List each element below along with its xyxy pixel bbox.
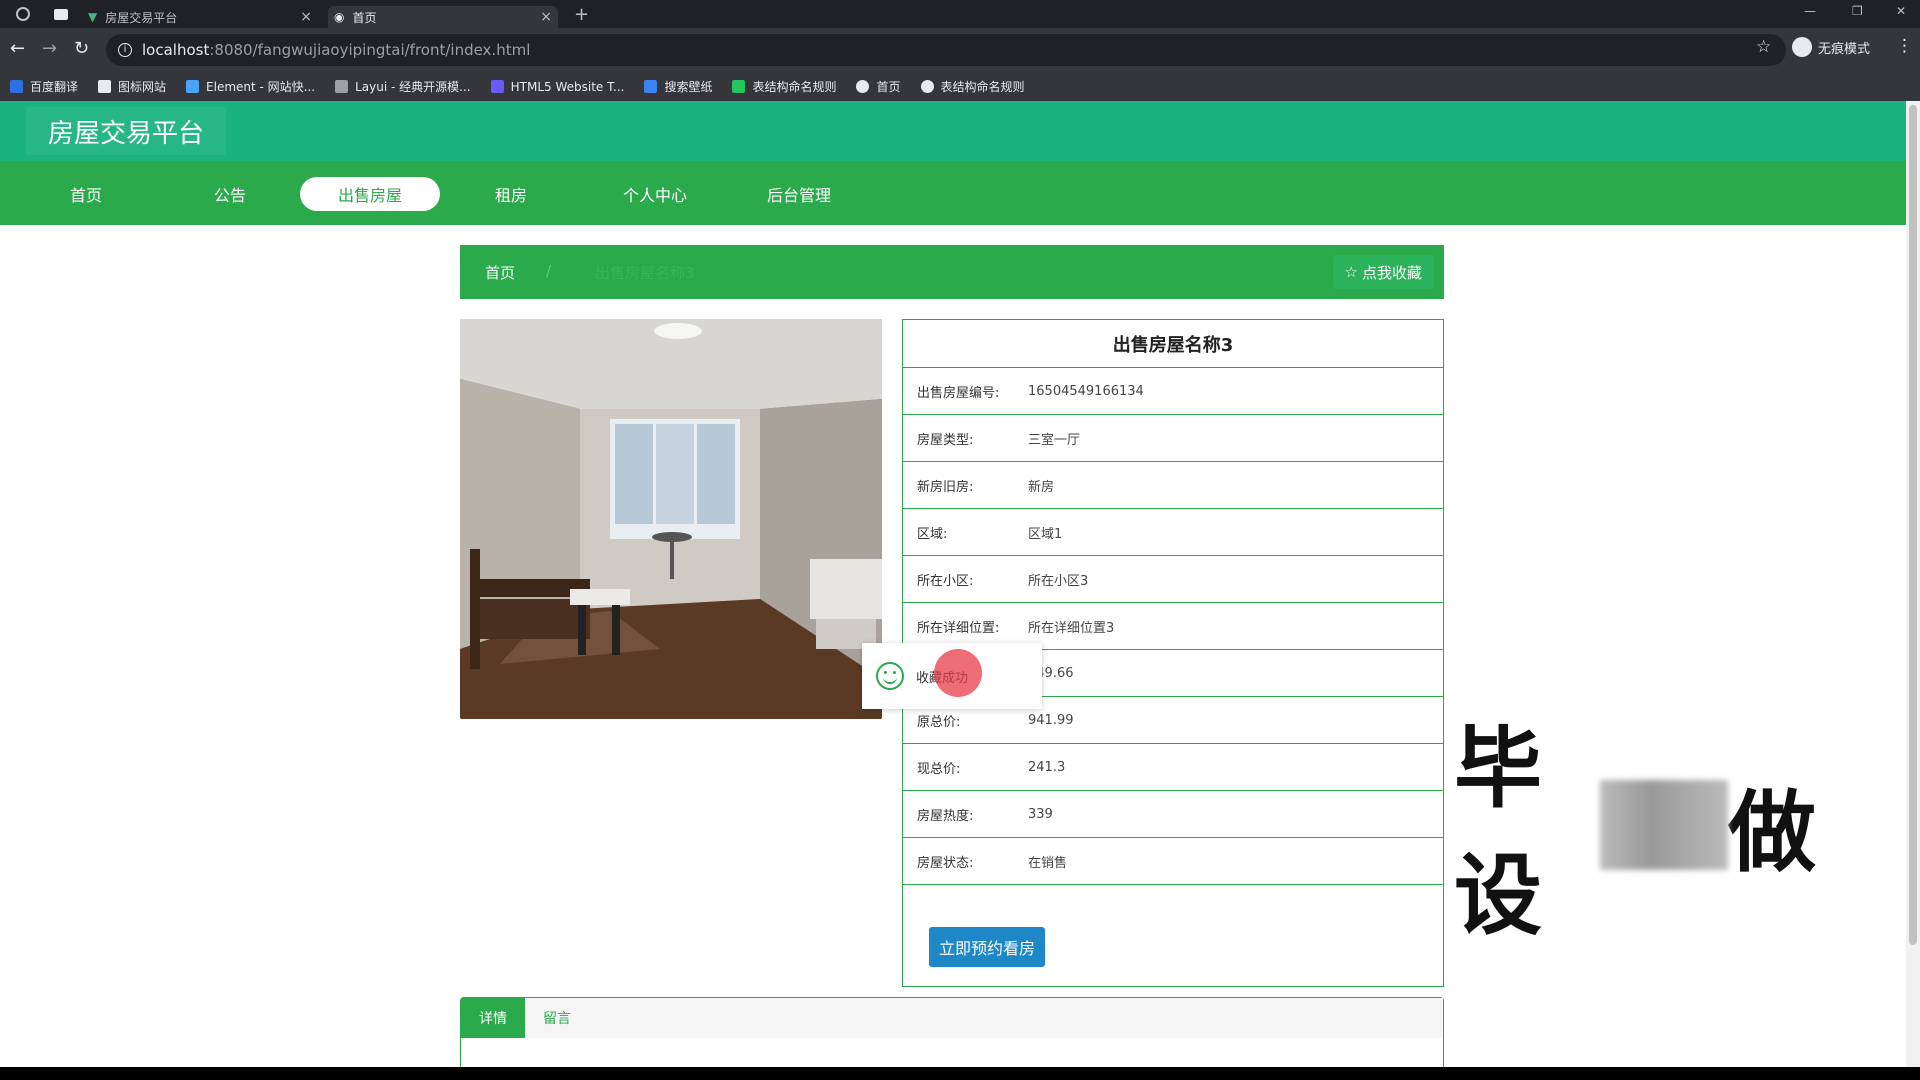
nav-rent[interactable]: 租房 — [441, 177, 581, 211]
element-logo-icon — [186, 80, 200, 93]
new-tab-icon[interactable]: + — [574, 4, 589, 25]
bookmark-favicon-icon — [10, 80, 23, 93]
bookmark-item[interactable]: Layui - 经典开源模... — [335, 78, 471, 95]
html5-template-icon — [490, 80, 504, 93]
breadcrumb: 首页 / 出售房屋名称3 ☆ 点我收藏 — [460, 245, 1444, 299]
bookmark-item[interactable]: 表结构命名规则 — [920, 78, 1025, 95]
tab-overview-icon[interactable] — [54, 9, 68, 20]
star-icon: ☆ — [1344, 263, 1358, 281]
bookmark-item[interactable]: Element - 网站快... — [186, 78, 315, 95]
browser-tab-1[interactable]: ▼ 房屋交易平台 × — [88, 6, 318, 28]
url-host: localhost — [142, 41, 210, 59]
house-title: 出售房屋名称3 — [903, 320, 1443, 368]
reload-icon[interactable]: ↻ — [74, 38, 89, 59]
breadcrumb-current: 出售房屋名称3 — [595, 264, 695, 282]
close-icon[interactable]: × — [540, 9, 552, 25]
browser-tab-2[interactable]: ◉ 首页 × — [328, 6, 558, 28]
browser-home-icon[interactable] — [16, 7, 30, 21]
info-row-house-id: 出售房屋编号: 16504549166134 — [903, 368, 1443, 415]
url-path: :8080/fangwujiaoyipingtai/front/index.ht… — [209, 41, 531, 59]
smile-icon — [876, 662, 904, 690]
nav-admin[interactable]: 后台管理 — [729, 177, 869, 211]
page-scrollbar[interactable] — [1906, 101, 1920, 1067]
globe-icon — [920, 80, 934, 93]
bookmark-star-icon[interactable]: ☆ — [1756, 37, 1771, 57]
detail-tabs-panel: 详情 留言 — [460, 997, 1444, 1067]
bottom-border — [0, 1067, 1920, 1080]
bookmark-item[interactable]: 表结构命名规则 — [732, 78, 836, 95]
nav-home[interactable]: 首页 — [16, 177, 156, 211]
nav-announcement[interactable]: 公告 — [160, 177, 300, 211]
incognito-indicator[interactable]: 无痕模式 — [1792, 37, 1870, 57]
bookmark-item[interactable]: 百度翻译 — [10, 78, 78, 95]
watermark: 毕设 做 — [1454, 717, 1816, 947]
watermark-blur — [1600, 780, 1728, 870]
living-room-photo — [460, 319, 882, 719]
scroll-thumb[interactable] — [1909, 105, 1917, 945]
flag-icon — [98, 80, 112, 93]
window-close-icon[interactable]: ✕ — [1896, 4, 1906, 18]
info-row-community: 所在小区: 所在小区3 — [903, 556, 1443, 603]
address-bar[interactable]: i localhost:8080/fangwujiaoyipingtai/fro… — [106, 34, 1786, 66]
globe-icon — [856, 80, 870, 93]
browser-chrome: ▼ 房屋交易平台 × ◉ 首页 × + — ❐ ✕ ← → ↻ i localh… — [0, 0, 1920, 101]
browser-tab-2-label: 首页 — [352, 10, 377, 25]
book-viewing-button[interactable]: 立即预约看房 — [929, 927, 1045, 967]
globe-icon: ◉ — [334, 10, 345, 24]
sheet-icon — [732, 80, 746, 93]
site-logo[interactable]: 房屋交易平台 — [26, 107, 226, 155]
watermark-prefix: 毕设 — [1454, 717, 1542, 947]
minimize-icon[interactable]: — — [1804, 4, 1816, 18]
bookmarks-bar: 百度翻译 图标网站 Element - 网站快... Layui - 经典开源模… — [0, 72, 1920, 101]
browser-menu-icon[interactable]: ⋮ — [1896, 36, 1913, 56]
incognito-icon — [1792, 37, 1812, 57]
detail-tabs: 详情 留言 — [461, 998, 1443, 1038]
bookmark-item[interactable]: 图标网站 — [98, 78, 166, 95]
vue-icon: ▼ — [88, 10, 98, 24]
info-row-region: 区域: 区域1 — [903, 509, 1443, 556]
info-row-popularity: 房屋热度: 339 — [903, 791, 1443, 838]
house-photo — [460, 319, 882, 719]
restore-icon[interactable]: ❐ — [1852, 4, 1863, 18]
bookmark-item[interactable]: 搜索壁纸 — [644, 78, 712, 95]
site-nav: 首页 公告 出售房屋 租房 个人中心 后台管理 — [0, 161, 1906, 225]
click-indicator — [934, 649, 982, 697]
bookmark-item[interactable]: 首页 — [856, 78, 901, 95]
tab-strip: ▼ 房屋交易平台 × ◉ 首页 × + — ❐ ✕ — [0, 0, 1920, 28]
page-viewport: 房屋交易平台 首页 公告 出售房屋 租房 个人中心 后台管理 首页 / 出售房屋… — [0, 101, 1906, 1067]
nav-house-sale[interactable]: 出售房屋 — [300, 177, 440, 211]
site-info-icon[interactable]: i — [118, 43, 132, 57]
info-row-house-type: 房屋类型: 三室一厅 — [903, 415, 1443, 462]
back-arrow-icon[interactable]: ← — [10, 38, 25, 59]
watermark-suffix: 做 — [1727, 780, 1816, 884]
close-icon[interactable]: × — [300, 9, 312, 25]
bookmark-item[interactable]: HTML5 Website T... — [490, 80, 624, 94]
tab-details[interactable]: 详情 — [461, 998, 525, 1038]
favorite-button[interactable]: ☆ 点我收藏 — [1332, 255, 1434, 289]
site-header: 房屋交易平台 — [0, 101, 1906, 161]
incognito-label: 无痕模式 — [1818, 41, 1871, 57]
info-row-new-or-old: 新房旧房: 新房 — [903, 462, 1443, 509]
tab-comments[interactable]: 留言 — [525, 998, 589, 1038]
nav-personal-center[interactable]: 个人中心 — [585, 177, 725, 211]
info-row-status: 房屋状态: 在销售 — [903, 838, 1443, 885]
address-row: ← → ↻ i localhost:8080/fangwujiaoyipingt… — [0, 28, 1920, 72]
breadcrumb-separator: / — [546, 262, 552, 280]
favorite-button-label: 点我收藏 — [1361, 263, 1422, 282]
layui-logo-icon — [335, 80, 349, 93]
browser-tab-1-label: 房屋交易平台 — [105, 10, 178, 25]
breadcrumb-home[interactable]: 首页 — [485, 262, 515, 283]
forward-arrow-icon[interactable]: → — [42, 38, 57, 59]
info-row-current-price: 现总价: 241.3 — [903, 744, 1443, 791]
wallpaper-icon — [644, 80, 658, 93]
